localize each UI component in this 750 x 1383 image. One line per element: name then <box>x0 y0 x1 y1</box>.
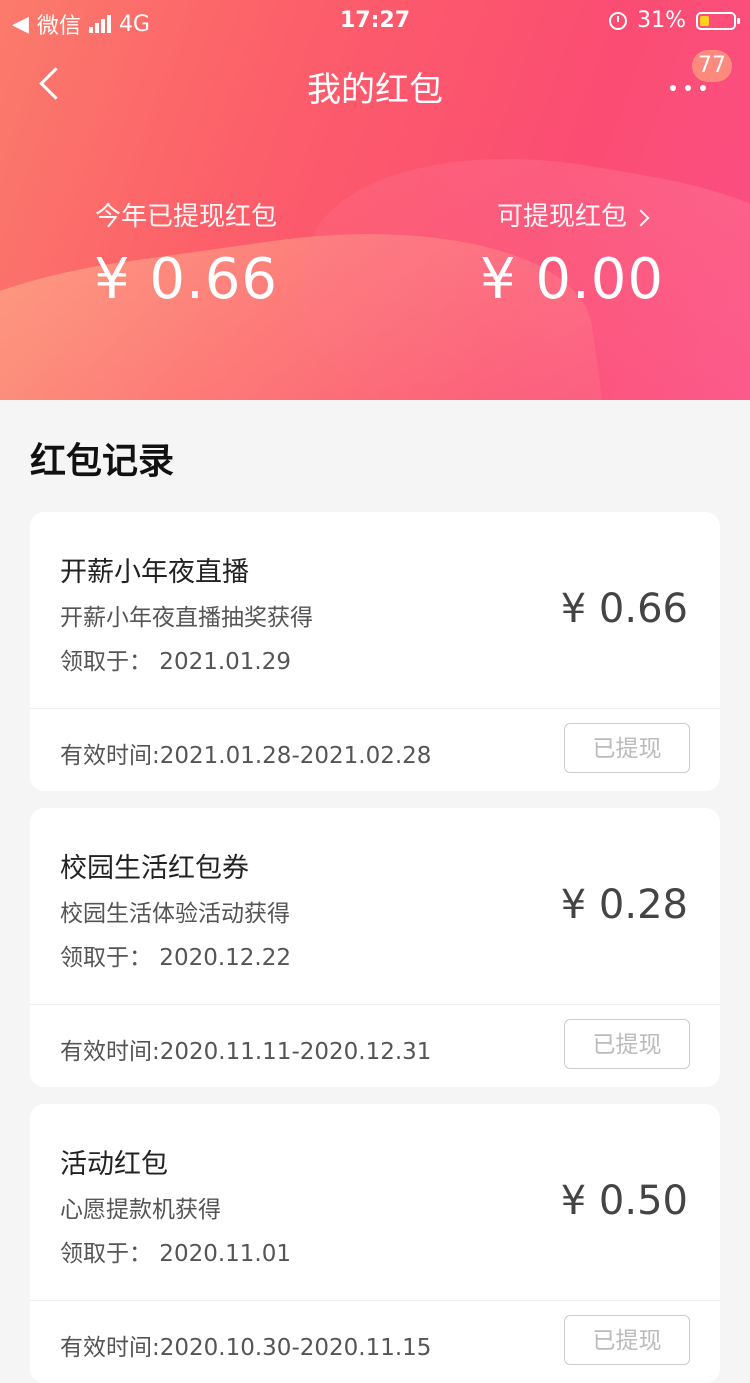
record-valid-period: 有效时间:2020.10.30-2020.11.15 <box>60 1335 432 1361</box>
record-amount: ¥ 0.50 <box>560 1178 688 1224</box>
withdrawable-value: ¥ 0.00 <box>479 247 665 312</box>
record-amount: ¥ 0.66 <box>560 586 688 632</box>
record-valid-period: 有效时间:2020.11.11-2020.12.31 <box>60 1039 432 1065</box>
record-amount: ¥ 0.28 <box>560 882 688 928</box>
record-date: 领取于： 2020.11.01 <box>60 1241 291 1267</box>
notification-badge: 77 <box>692 50 732 82</box>
withdrawn-status-button[interactable]: 已提现 <box>564 1019 690 1069</box>
section-title: 红包记录 <box>30 441 175 482</box>
record-date: 领取于： 2020.12.22 <box>60 945 291 971</box>
status-bar: ◀ 微信 4G 17:27 31% <box>0 0 750 44</box>
record-desc: 开薪小年夜直播抽奖获得 <box>60 605 313 631</box>
record-valid-period: 有效时间:2021.01.28-2021.02.28 <box>60 743 432 769</box>
alarm-icon <box>609 11 628 30</box>
record-card[interactable]: 开薪小年夜直播 开薪小年夜直播抽奖获得 领取于： 2021.01.29 ¥ 0.… <box>30 512 720 791</box>
battery-percent: 31% <box>637 8 686 33</box>
withdrawn-status-button[interactable]: 已提现 <box>564 723 690 773</box>
page-title: 我的红包 <box>307 70 443 110</box>
withdrawable-label: 可提现红包 <box>472 196 672 233</box>
withdrawable-stat[interactable]: 可提现红包 ¥ 0.00 <box>472 196 672 312</box>
withdrawable-label-text: 可提现红包 <box>496 202 627 232</box>
withdrawn-stat: 今年已提现红包 ¥ 0.66 <box>86 196 286 312</box>
chevron-right-icon <box>632 209 650 226</box>
withdrawn-status-button[interactable]: 已提现 <box>564 1315 690 1365</box>
nav-bar: 我的红包 77 <box>0 44 750 128</box>
record-name: 校园生活红包券 <box>60 853 249 884</box>
record-desc: 心愿提款机获得 <box>60 1197 221 1223</box>
record-date: 领取于： 2021.01.29 <box>60 649 291 675</box>
record-name: 开薪小年夜直播 <box>60 557 249 588</box>
battery-icon <box>696 11 740 30</box>
record-card[interactable]: 活动红包 心愿提款机获得 领取于： 2020.11.01 ¥ 0.50 有效时间… <box>30 1104 720 1383</box>
record-name: 活动红包 <box>60 1149 168 1180</box>
withdrawn-value: ¥ 0.66 <box>93 247 279 312</box>
withdrawn-label: 今年已提现红包 <box>94 202 277 232</box>
record-card[interactable]: 校园生活红包券 校园生活体验活动获得 领取于： 2020.12.22 ¥ 0.2… <box>30 808 720 1087</box>
record-desc: 校园生活体验活动获得 <box>60 901 290 927</box>
header-banner: ◀ 微信 4G 17:27 31% 我的红包 77 今年已提现红包 ¥ 0.66… <box>0 0 750 400</box>
